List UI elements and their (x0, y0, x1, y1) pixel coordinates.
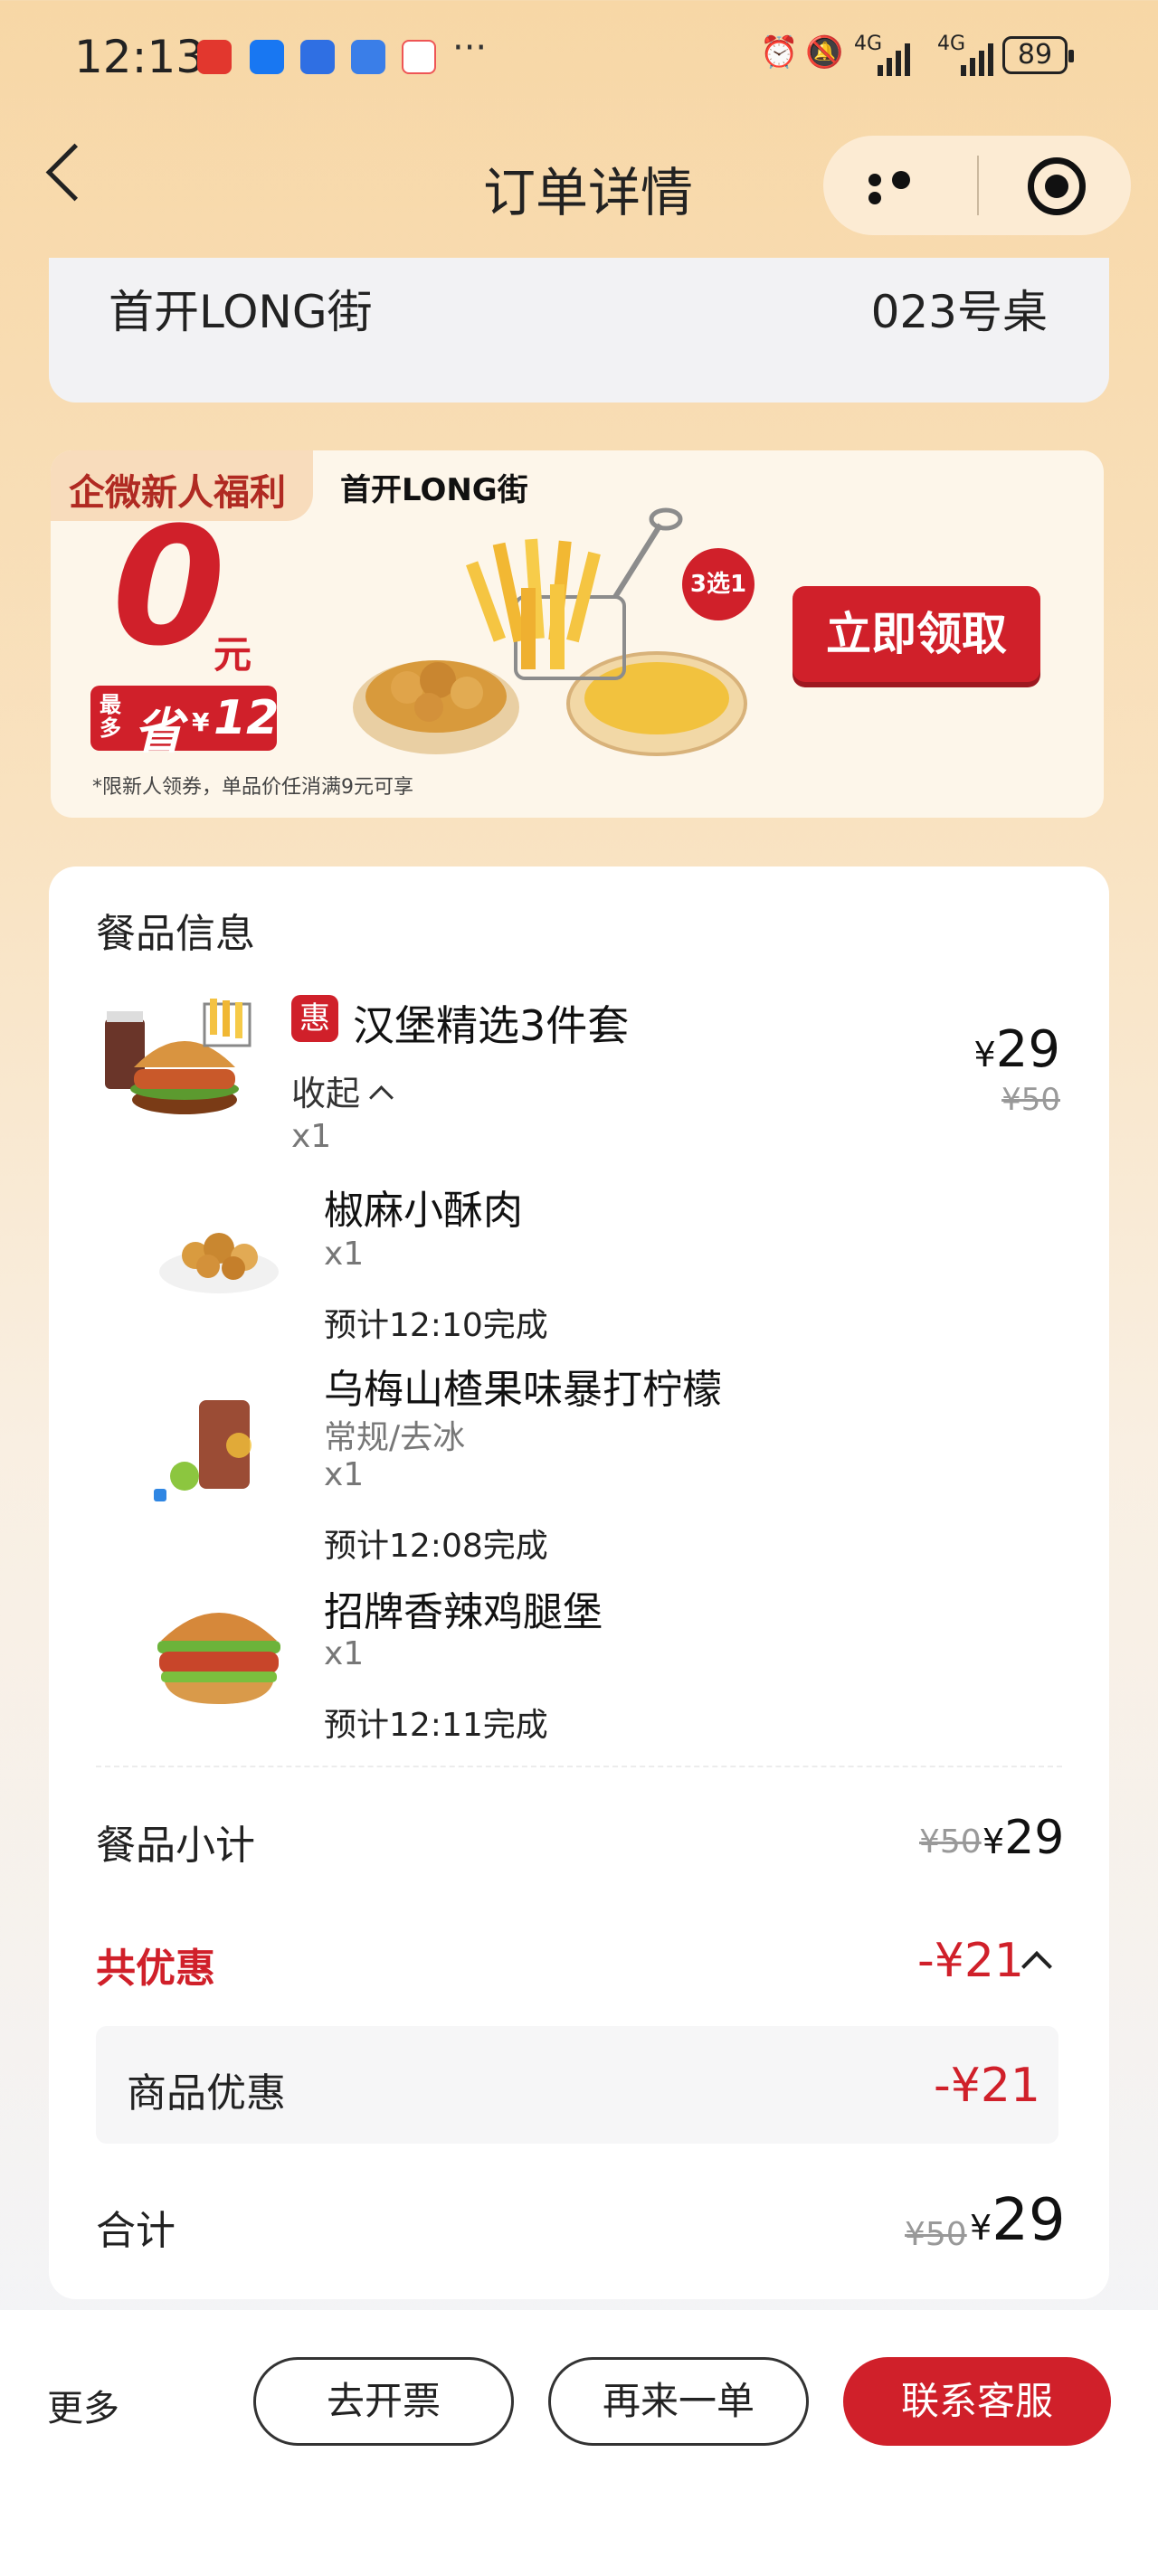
item-eta: 预计12:11完成 (324, 1707, 548, 1744)
battery-icon: 89 (1002, 36, 1074, 74)
total-amount: 29 (992, 2187, 1066, 2254)
collapse-toggle[interactable]: 收起 (291, 1065, 394, 1115)
chevron-up-icon (369, 1085, 394, 1110)
promo-save-amount: 12 (214, 691, 280, 745)
table-number: 023号桌 (870, 286, 1048, 338)
promo-save-prefix: 最多 (100, 692, 121, 741)
item-eta: 预计12:10完成 (324, 1307, 548, 1344)
discount-badge: 惠 (291, 995, 338, 1042)
invoice-button[interactable]: 去开票 (253, 2357, 514, 2446)
divider (96, 1766, 1062, 1767)
item-name: 乌梅山楂果味暴打柠檬 (324, 1367, 722, 1413)
item-name: 椒麻小酥肉 (324, 1188, 523, 1234)
discount-label: 共优惠 (96, 1946, 215, 1992)
item-spec: 常规/去冰 (324, 1419, 466, 1456)
item-image-drink (154, 1400, 252, 1501)
signal-2-icon (961, 43, 993, 76)
browser-app-icon (300, 40, 335, 74)
more-notifications-icon: ··· (452, 27, 488, 69)
subtotal-label: 餐品小计 (96, 1823, 255, 1869)
promo-amount: 0 (112, 493, 226, 682)
huawei-app-icon (197, 40, 232, 74)
claim-coupon-button[interactable]: 立即领取 (793, 586, 1040, 682)
total-label: 合计 (96, 2208, 176, 2254)
promo-save-badge: 最多 省 ¥ 12 (90, 686, 280, 760)
promo-food-image (353, 507, 747, 756)
promo-save-word: 省 (134, 703, 183, 760)
subtotal-currency: ¥ (982, 1822, 1005, 1861)
promo-store-name: 首开LONG街 (340, 472, 528, 508)
item-eta: 预计12:08完成 (324, 1528, 548, 1565)
collapse-label: 收起 (291, 1074, 361, 1113)
item-quantity: x1 (324, 1635, 365, 1672)
alarm-icon: ⏰ (760, 34, 799, 71)
promo-unit: 元 (214, 632, 252, 677)
subtotal-value: ¥29 (982, 1811, 1064, 1865)
store-name: 首开LONG街 (109, 286, 373, 338)
capsule-divider (977, 156, 979, 215)
discount-detail-label: 商品优惠 (127, 2070, 286, 2117)
subtotal-amount: 29 (1004, 1811, 1065, 1865)
combo-image (105, 999, 252, 1114)
item-quantity: x1 (324, 1236, 365, 1273)
reorder-button[interactable]: 再来一单 (548, 2357, 809, 2446)
total-original: ¥50 (905, 2216, 967, 2253)
combo-original-price: ¥50 (1001, 1082, 1060, 1118)
promo-choice-badge: 3选1 (682, 548, 755, 620)
combo-quantity: x1 (291, 1118, 332, 1155)
globe-app-icon (351, 40, 385, 74)
item-quantity: x1 (324, 1456, 365, 1493)
total-currency: ¥ (970, 2208, 992, 2248)
combo-price-value: 29 (995, 1020, 1060, 1079)
status-time: 12:13 (74, 31, 205, 83)
promo-note: *限新人领券，单品价任消满9元可享 (92, 776, 413, 799)
total-value: ¥29 (970, 2187, 1066, 2254)
calendar-app-icon (402, 40, 436, 74)
combo-price-currency: ¥ (973, 1035, 996, 1075)
more-button[interactable]: 更多 (47, 2379, 119, 2431)
mute-icon: 🔕 (805, 34, 844, 71)
combo-price: ¥29 (959, 1020, 1060, 1079)
contact-service-button[interactable]: 联系客服 (843, 2357, 1111, 2446)
promo-save-currency: ¥ (192, 707, 210, 737)
item-image-pork (159, 1233, 279, 1293)
more-dots-icon[interactable] (868, 170, 932, 204)
navigation-app-icon (250, 40, 284, 74)
item-image-burger (157, 1613, 280, 1704)
signal-1-icon (878, 43, 910, 76)
target-icon[interactable] (1028, 157, 1086, 215)
combo-name: 汉堡精选3件套 (353, 1001, 630, 1050)
subtotal-original: ¥50 (919, 1823, 982, 1861)
discount-detail-value: -¥21 (934, 2059, 1041, 2113)
discount-value: -¥21 (917, 1934, 1025, 1988)
section-title: 餐品信息 (96, 911, 255, 957)
item-name: 招牌香辣鸡腿堡 (324, 1589, 603, 1635)
